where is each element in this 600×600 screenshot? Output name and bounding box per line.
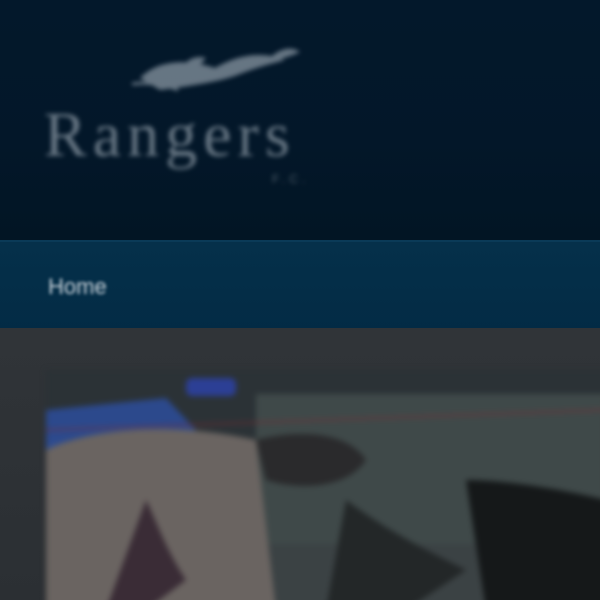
- site-header: Rangers F.C.: [0, 0, 600, 240]
- page: Rangers F.C. Home: [0, 0, 600, 600]
- main-content: [0, 328, 600, 600]
- nav-item-home[interactable]: Home: [48, 274, 107, 300]
- brand-name: Rangers: [44, 99, 296, 170]
- site-logo[interactable]: Rangers F.C.: [40, 30, 440, 200]
- main-nav: Home: [0, 240, 600, 330]
- hero-photo: [46, 370, 600, 600]
- hero-image[interactable]: [46, 370, 600, 600]
- brand-tagline: F.C.: [272, 172, 310, 186]
